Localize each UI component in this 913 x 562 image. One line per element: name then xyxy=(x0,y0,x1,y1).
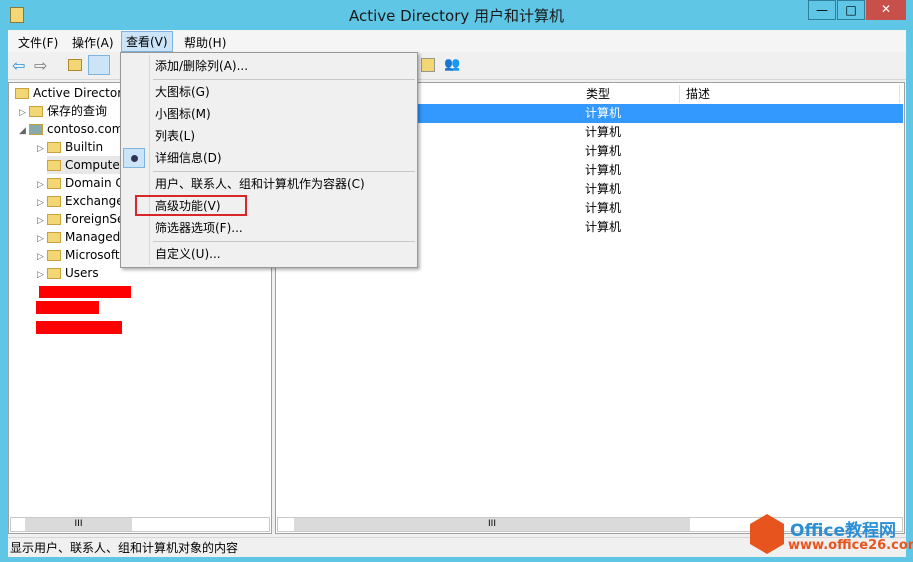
watermark-url: www.office26.com xyxy=(788,538,913,553)
row-type: 计算机 xyxy=(585,201,622,215)
up-folder-icon[interactable] xyxy=(68,59,82,71)
tree-label: 保存的查询 xyxy=(47,104,108,118)
back-icon[interactable]: ⇦ xyxy=(12,56,25,75)
tree-saved-queries[interactable]: ▷ 保存的查询 xyxy=(19,102,107,120)
row-type: 计算机 xyxy=(585,125,622,139)
maximize-button[interactable]: □ xyxy=(837,0,865,20)
find-icon[interactable] xyxy=(421,58,435,72)
tree-item[interactable]: ▷ Users xyxy=(37,264,99,282)
menu-file[interactable]: 文件(F) xyxy=(14,33,62,52)
tree-label: Active Directory xyxy=(33,86,130,100)
menu-view[interactable]: 查看(V) xyxy=(121,31,173,52)
menu-help[interactable]: 帮助(H) xyxy=(180,33,230,52)
menu-item-small-icons[interactable]: 小图标(M) xyxy=(155,104,211,124)
users-icon[interactable]: 👥 xyxy=(444,57,460,72)
menu-item-customize[interactable]: 自定义(U)... xyxy=(155,244,221,264)
tree-label: Exchange xyxy=(65,194,124,208)
tree-label: Users xyxy=(65,266,99,280)
row-type: 计算机 xyxy=(585,220,622,234)
view-dropdown-menu: 添加/删除列(A)... 大图标(G) 小图标(M) 列表(L) 详细信息(D)… xyxy=(120,52,418,268)
menu-action[interactable]: 操作(A) xyxy=(68,33,118,52)
redaction xyxy=(36,301,99,314)
close-button[interactable]: ✕ xyxy=(866,0,906,20)
column-header-description[interactable]: 描述 xyxy=(680,85,900,103)
row-type: 计算机 xyxy=(585,182,622,196)
menu-item-users-as-containers[interactable]: 用户、联系人、组和计算机作为容器(C) xyxy=(155,174,365,194)
tree-label: contoso.com xyxy=(47,122,124,136)
tree-item[interactable]: ▷ Builtin xyxy=(37,138,103,156)
tree-root[interactable]: Active Directory xyxy=(15,84,129,102)
tree-label: Builtin xyxy=(65,140,104,154)
menu-item-add-remove-columns[interactable]: 添加/删除列(A)... xyxy=(155,56,248,76)
window-title: Active Directory 用户和计算机 xyxy=(348,7,565,25)
menu-item-details[interactable]: 详细信息(D) xyxy=(155,148,222,168)
column-header-type[interactable]: 类型 xyxy=(580,85,680,103)
menu-item-large-icons[interactable]: 大图标(G) xyxy=(155,82,210,102)
row-type: 计算机 xyxy=(585,163,622,177)
radio-bullet-icon xyxy=(123,148,145,168)
highlight-box xyxy=(135,195,247,216)
row-type: 计算机 xyxy=(585,106,622,120)
left-hscrollbar[interactable]: III xyxy=(10,517,270,532)
forward-icon[interactable]: ⇨ xyxy=(34,56,47,75)
title-bar: Active Directory 用户和计算机 — □ ✕ xyxy=(0,0,913,30)
menu-item-list[interactable]: 列表(L) xyxy=(155,126,195,146)
tree-domain[interactable]: ◢ contoso.com xyxy=(19,120,123,138)
menu-item-filter-options[interactable]: 筛选器选项(F)... xyxy=(155,218,243,238)
office-logo-icon xyxy=(750,514,784,554)
redaction xyxy=(36,321,122,334)
row-type: 计算机 xyxy=(585,144,622,158)
show-tree-icon[interactable] xyxy=(88,55,110,75)
tree-item[interactable]: ▷ Exchange xyxy=(37,192,124,210)
redaction xyxy=(39,286,131,298)
minimize-button[interactable]: — xyxy=(808,0,836,20)
watermark: Office教程网 www.office26.com xyxy=(750,514,913,556)
